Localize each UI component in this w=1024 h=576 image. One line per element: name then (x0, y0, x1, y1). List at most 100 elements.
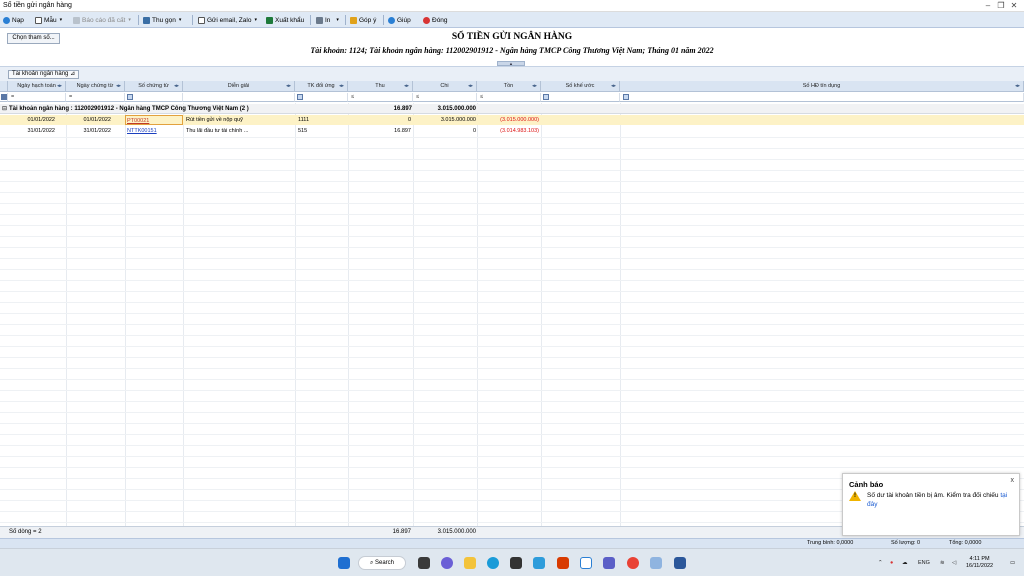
minimize-icon[interactable]: – (982, 1, 994, 10)
col-header-label: Tồn (503, 83, 514, 89)
pin-icon[interactable]: ◂▸ (57, 81, 62, 91)
close-icon[interactable]: ✕ (1008, 1, 1020, 10)
gop-y-button[interactable]: Góp ý (350, 15, 376, 25)
filter-dien-giai[interactable] (183, 93, 303, 102)
col-header-ngay-chung-tu[interactable]: Ngày chứng từ ◂▸ (66, 81, 125, 92)
tray-chevron-icon[interactable]: ⌃ (878, 560, 883, 566)
restore-icon[interactable]: ❐ (995, 1, 1007, 10)
cell-so-chung-tu[interactable]: PT00021 (125, 115, 183, 125)
toolbar: Nạp Mẫu ▾ Báo cáo đã cất ▾ Thu gọn ▾ Gửi… (0, 12, 1024, 28)
bao-cao-da-cat-button[interactable]: Báo cáo đã cất ▾ (73, 15, 131, 25)
word-icon[interactable] (674, 557, 686, 569)
filter-chi[interactable]: ≤ (413, 93, 477, 102)
group-row[interactable]: ⊟ Tài khoản ngân hàng : 112002901912 - N… (0, 104, 1024, 114)
pin-icon[interactable]: ◂▸ (1015, 81, 1020, 91)
close-icon[interactable]: x (1011, 477, 1015, 484)
office-icon[interactable] (557, 557, 569, 569)
col-header-ngay-hach-toan[interactable]: Ngày hạch toán ◂▸ (8, 81, 66, 92)
giup-button[interactable]: Giúp (388, 15, 411, 25)
chat-icon[interactable] (441, 557, 453, 569)
xuat-khau-button[interactable]: Xuất khẩu (266, 15, 304, 25)
col-header-label: Thu (375, 83, 385, 89)
bao-cao-da-cat-label: Báo cáo đã cất (82, 16, 126, 24)
pin-icon[interactable]: ◂▸ (468, 81, 473, 91)
cloud-icon[interactable]: ☁ (902, 560, 908, 566)
col-header-label: Số chứng từ (138, 83, 169, 89)
filter-thu[interactable]: ≤ (348, 93, 413, 102)
filter-ngay-hach-toan[interactable]: = (8, 93, 66, 102)
col-header-thu[interactable]: Thu ◂▸ (348, 81, 413, 92)
filter-icon (127, 94, 133, 100)
taskbar-clock[interactable]: 4:11 PM 16/11/2022 (966, 556, 993, 570)
row-line (0, 467, 1024, 468)
thu-gon-button[interactable]: Thu gọn ▾ (143, 15, 181, 25)
chrome-icon[interactable] (627, 557, 639, 569)
notifications-icon[interactable]: ▭ (1010, 560, 1015, 566)
cell-dien-giai: Rút tiền gửi về nộp quỹ (186, 117, 243, 123)
cell-chi: 3.015.000.000 (440, 117, 476, 123)
pin-icon[interactable]: ◂▸ (339, 81, 344, 91)
dong-button[interactable]: Đóng (423, 15, 448, 25)
store-icon[interactable] (510, 557, 522, 569)
toolbar-divider (138, 15, 139, 25)
pin-icon[interactable]: ◂▸ (404, 81, 409, 91)
collapse-group-icon[interactable]: ⊟ (2, 104, 8, 114)
row-line (0, 148, 1024, 149)
edge-icon[interactable] (487, 557, 499, 569)
task-view-icon[interactable] (418, 557, 430, 569)
filter-ton[interactable]: ≤ (477, 93, 541, 102)
table-row[interactable]: 01/01/2022 01/01/2022 PT00021 Rút tiền g… (0, 115, 1024, 125)
pin-icon[interactable]: ◂▸ (286, 81, 291, 91)
pin-icon[interactable]: ◂▸ (174, 81, 179, 91)
language-indicator[interactable]: ENG (918, 560, 930, 566)
row-line (0, 214, 1024, 215)
popup-message: Số dư tài khoản tiền bị âm. Kiểm tra đối… (867, 491, 1017, 509)
windows-start-icon[interactable] (338, 557, 350, 569)
taskbar-search[interactable]: ⌕ Search (358, 556, 406, 570)
toolbar-divider (192, 15, 193, 25)
voucher-link[interactable]: NTTK00151 (127, 128, 157, 134)
col-header-ton[interactable]: Tồn ◂▸ (477, 81, 541, 92)
volume-icon[interactable]: ◁ (952, 560, 956, 566)
antivirus-icon[interactable]: ● (890, 560, 893, 566)
col-header-so-khe-uoc[interactable]: Số khế ước ◂▸ (541, 81, 620, 92)
wifi-icon[interactable]: ≋ (940, 560, 945, 566)
row-line (0, 401, 1024, 402)
gui-email-label: Gửi email, Zalo (207, 16, 252, 24)
pin-icon[interactable]: ◂▸ (116, 81, 121, 91)
misa-app-icon[interactable] (650, 557, 662, 569)
filter-ngay-chung-tu[interactable]: = (66, 93, 125, 102)
clock-date: 16/11/2022 (966, 563, 994, 569)
teams-icon[interactable] (603, 557, 615, 569)
gui-email-button[interactable]: Gửi email, Zalo ▾ (198, 15, 257, 25)
row-line (0, 434, 1024, 435)
filter-icon (1, 94, 7, 100)
pin-icon[interactable]: ◂▸ (532, 81, 537, 91)
nap-button[interactable]: Nạp (3, 15, 24, 25)
mau-button[interactable]: Mẫu ▾ (35, 15, 62, 25)
status-sum: Tổng: 0,0000 (949, 540, 982, 546)
col-header-dien-giai[interactable]: Diễn giải ◂▸ (183, 81, 295, 92)
row-line (0, 368, 1024, 369)
filter-row-icon[interactable] (0, 93, 8, 102)
cell-so-chung-tu[interactable]: NTTK00151 (127, 126, 183, 136)
filter-so-chung-tu[interactable] (125, 93, 183, 102)
pin-icon[interactable]: ◂▸ (611, 81, 616, 91)
col-header-label: Số HĐ tín dụng (802, 83, 841, 89)
filter-tk-doi-ung[interactable] (295, 93, 348, 102)
filter-so-khe-uoc[interactable] (541, 93, 620, 102)
app-l-icon[interactable] (533, 557, 545, 569)
file-explorer-icon[interactable] (464, 557, 476, 569)
group-total-chi: 3.015.000.000 (437, 106, 476, 112)
voucher-link[interactable]: PT00021 (127, 118, 149, 124)
zalo-icon[interactable] (580, 557, 592, 569)
window-titlebar: Sổ tiền gửi ngân hàng – ❐ ✕ (0, 0, 1024, 12)
filter-so-hd-tin-dung[interactable] (620, 93, 1024, 102)
col-header-so-hd-tin-dung[interactable]: Số HĐ tín dụng ◂▸ (620, 81, 1024, 92)
col-header-chi[interactable]: Chi ◂▸ (413, 81, 477, 92)
group-chip-tai-khoan[interactable]: Tài khoản ngân hàng ⊿ (8, 70, 80, 79)
col-header-so-chung-tu[interactable]: Số chứng từ ◂▸ (125, 81, 183, 92)
in-button[interactable]: In ▾ (316, 15, 339, 25)
table-row[interactable]: 31/01/2022 31/01/2022 NTTK00151 Thu lãi … (0, 126, 1024, 136)
col-header-tk-doi-ung[interactable]: TK đối ứng ◂▸ (295, 81, 348, 92)
